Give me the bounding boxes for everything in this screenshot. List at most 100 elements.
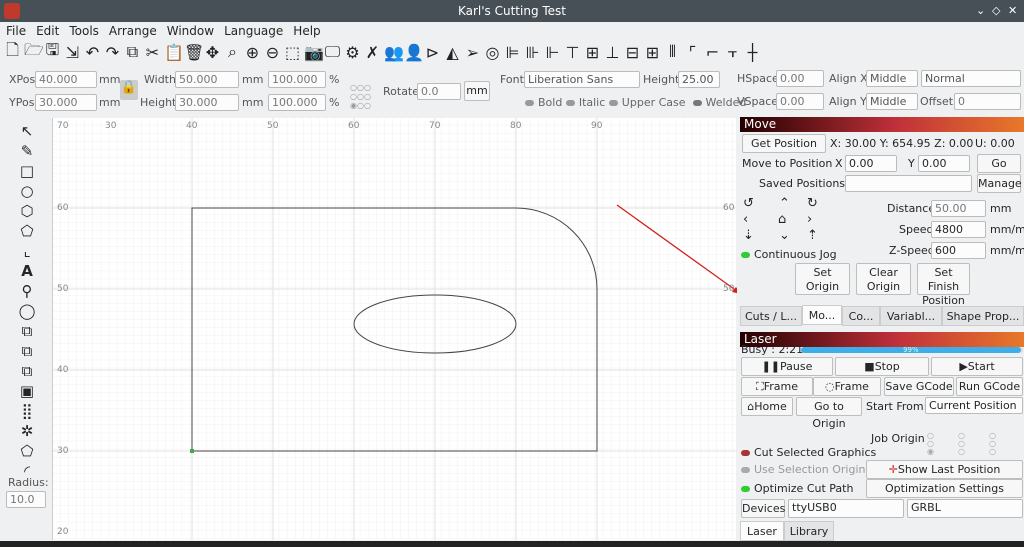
boolean-intersect-icon[interactable]: ⧉ — [22, 362, 33, 380]
hspace-input[interactable]: 0.00 — [776, 70, 824, 87]
set-origin-button[interactable]: Set Origin — [795, 263, 850, 295]
polygon-tool-icon[interactable]: ⬡ — [20, 202, 33, 220]
workspace-canvas[interactable]: 70 30 40 50 60 70 80 90 60 50 40 30 20 6… — [52, 118, 742, 540]
move-icon[interactable]: ✥ — [204, 43, 221, 62]
width-percent-input[interactable]: 100.000 — [268, 71, 326, 88]
copy-icon[interactable]: ⧉ — [124, 42, 141, 62]
minimize-icon[interactable]: ⌄ — [976, 4, 985, 17]
anchor-grid[interactable]: ○○○ ○○○ ◉○○ — [350, 83, 380, 113]
get-position-button[interactable]: Get Position — [742, 134, 826, 153]
ellipse-tool-icon[interactable]: ○ — [20, 182, 33, 200]
cut-icon[interactable]: ✂ — [144, 43, 161, 62]
rectangle-tool-icon[interactable]: □ — [20, 162, 34, 180]
menu-arrange[interactable]: Arrange — [109, 22, 157, 40]
bold-toggle[interactable]: Bold — [538, 96, 562, 109]
uppercase-toggle[interactable]: Upper Case — [622, 96, 686, 109]
font-select[interactable]: Liberation Sans — [524, 71, 640, 88]
menu-tools[interactable]: Tools — [69, 22, 99, 40]
jog-left-icon[interactable]: ‹ — [743, 212, 748, 228]
zoom-out-icon[interactable]: ⊖ — [264, 43, 281, 62]
edit-nodes-icon[interactable]: ⬠ — [20, 222, 33, 240]
circular-frame-button[interactable]: ◌Frame — [813, 377, 881, 396]
use-selection-origin-toggle[interactable]: Use Selection Origin — [741, 461, 865, 478]
group-icon[interactable]: 👥 — [384, 43, 404, 62]
delete-icon[interactable]: 🗑 — [184, 43, 204, 62]
start-from-select[interactable]: Current Position — [925, 397, 1023, 414]
menu-language[interactable]: Language — [224, 22, 283, 40]
radius-input[interactable]: 10.0 — [6, 491, 46, 508]
select-tool-icon[interactable]: ↖ — [21, 122, 34, 140]
boolean-subtract-icon[interactable]: ⧉ — [22, 342, 33, 360]
pause-button[interactable]: ❚❚Pause — [741, 357, 833, 376]
zspeed-input[interactable]: 600 — [931, 242, 986, 259]
distribute-v-icon[interactable]: ⊞ — [644, 43, 661, 62]
optimize-cut-path-toggle[interactable]: Optimize Cut Path — [741, 480, 853, 497]
devices-button[interactable]: Devices — [741, 499, 785, 518]
aligny-select[interactable]: Middle — [866, 93, 918, 110]
height-input[interactable]: 30.000 — [175, 94, 239, 111]
run-gcode-button[interactable]: Run GCode — [956, 377, 1023, 396]
offset-input[interactable]: 0 — [954, 93, 1021, 110]
corner-icon[interactable]: ⌜ — [684, 43, 701, 62]
import-icon[interactable]: ⇲ — [64, 43, 81, 62]
tools-icon[interactable]: ✗ — [364, 43, 381, 62]
redo-icon[interactable]: ↷ — [104, 43, 121, 62]
camera-icon[interactable]: 📷 — [304, 43, 324, 62]
text-height-input[interactable]: 25.00 — [678, 71, 720, 88]
welded-toggle[interactable]: Welded — [706, 96, 747, 109]
boolean-union-icon[interactable]: ⧉ — [22, 322, 33, 340]
tab-variable-text[interactable]: Variabl... — [880, 306, 942, 326]
monitor-icon[interactable]: 🖵 — [324, 42, 341, 62]
optimization-settings-button[interactable]: Optimization Settings — [866, 479, 1023, 498]
target-icon[interactable]: ◎ — [484, 43, 501, 62]
circular-array-icon[interactable]: ✲ — [21, 422, 34, 440]
tab-cuts-layers[interactable]: Cuts / L... — [740, 306, 802, 326]
move-x-input[interactable]: 0.00 — [845, 155, 897, 172]
distance-input[interactable]: 50.00 — [931, 200, 986, 217]
settings-icon[interactable]: ⚙ — [344, 43, 361, 62]
saved-positions-select[interactable] — [845, 175, 972, 192]
maximize-icon[interactable]: ◇ — [992, 4, 1000, 17]
save-gcode-button[interactable]: Save GCode — [884, 377, 954, 396]
menu-file[interactable]: File — [6, 22, 26, 40]
vspace-input[interactable]: 0.00 — [776, 93, 824, 110]
height-percent-input[interactable]: 100.000 — [268, 94, 326, 111]
show-last-position-button[interactable]: ✛Show Last Position — [866, 460, 1023, 479]
open-folder-icon[interactable]: 🗁 — [24, 39, 44, 66]
jog-down-icon[interactable]: ⌄ — [779, 228, 790, 244]
stop-button[interactable]: ■Stop — [835, 357, 929, 376]
pen-tool-icon[interactable]: ✎ — [21, 142, 34, 160]
align-middle-icon[interactable]: ⊞ — [584, 43, 601, 62]
rotate-cw-icon[interactable]: ↻ — [807, 196, 818, 212]
z-down-icon[interactable]: ⇣ — [743, 228, 754, 244]
align-right-icon[interactable]: ⊩ — [544, 43, 561, 62]
jog-up-icon[interactable]: ⌃ — [779, 196, 790, 212]
rotate-ccw-icon[interactable]: ↺ — [743, 196, 754, 212]
menu-help[interactable]: Help — [293, 22, 320, 40]
go-to-origin-button[interactable]: Go to Origin — [796, 397, 862, 430]
start-button[interactable]: ▶Start — [931, 357, 1023, 376]
tab-laser[interactable]: Laser — [740, 521, 784, 541]
go-button[interactable]: Go — [977, 154, 1021, 173]
text-tool-icon[interactable]: A — [21, 262, 33, 280]
width-input[interactable]: 50.000 — [175, 71, 239, 88]
tab-shape-properties[interactable]: Shape Prop... — [942, 306, 1024, 326]
zoom-icon[interactable]: ⌕ — [224, 42, 241, 62]
align-left-icon[interactable]: ⊫ — [504, 43, 521, 62]
home-button[interactable]: ⌂Home — [741, 397, 793, 416]
speed-input[interactable]: 4800 — [931, 221, 986, 238]
undo-icon[interactable]: ↶ — [84, 43, 101, 62]
alignx-select[interactable]: Middle — [866, 70, 918, 87]
tab-move[interactable]: Mo... — [802, 305, 842, 325]
flip-icon[interactable]: ⊳ — [424, 43, 441, 62]
crop-icon[interactable]: ⌞ — [23, 242, 30, 260]
weld-icon[interactable]: ▣ — [20, 382, 34, 400]
port-select[interactable]: ttyUSB0 — [788, 499, 904, 518]
zoom-in-icon[interactable]: ⊕ — [244, 43, 261, 62]
new-file-icon[interactable]: 🗋 — [4, 39, 21, 66]
distribute-h-icon[interactable]: ⊟ — [624, 43, 641, 62]
align-center-icon[interactable]: ⊪ — [524, 43, 541, 62]
ypos-input[interactable]: 30.000 — [35, 94, 97, 111]
save-icon[interactable]: 🖫 — [44, 39, 61, 66]
offset-tool-icon[interactable]: ◯ — [19, 302, 36, 320]
